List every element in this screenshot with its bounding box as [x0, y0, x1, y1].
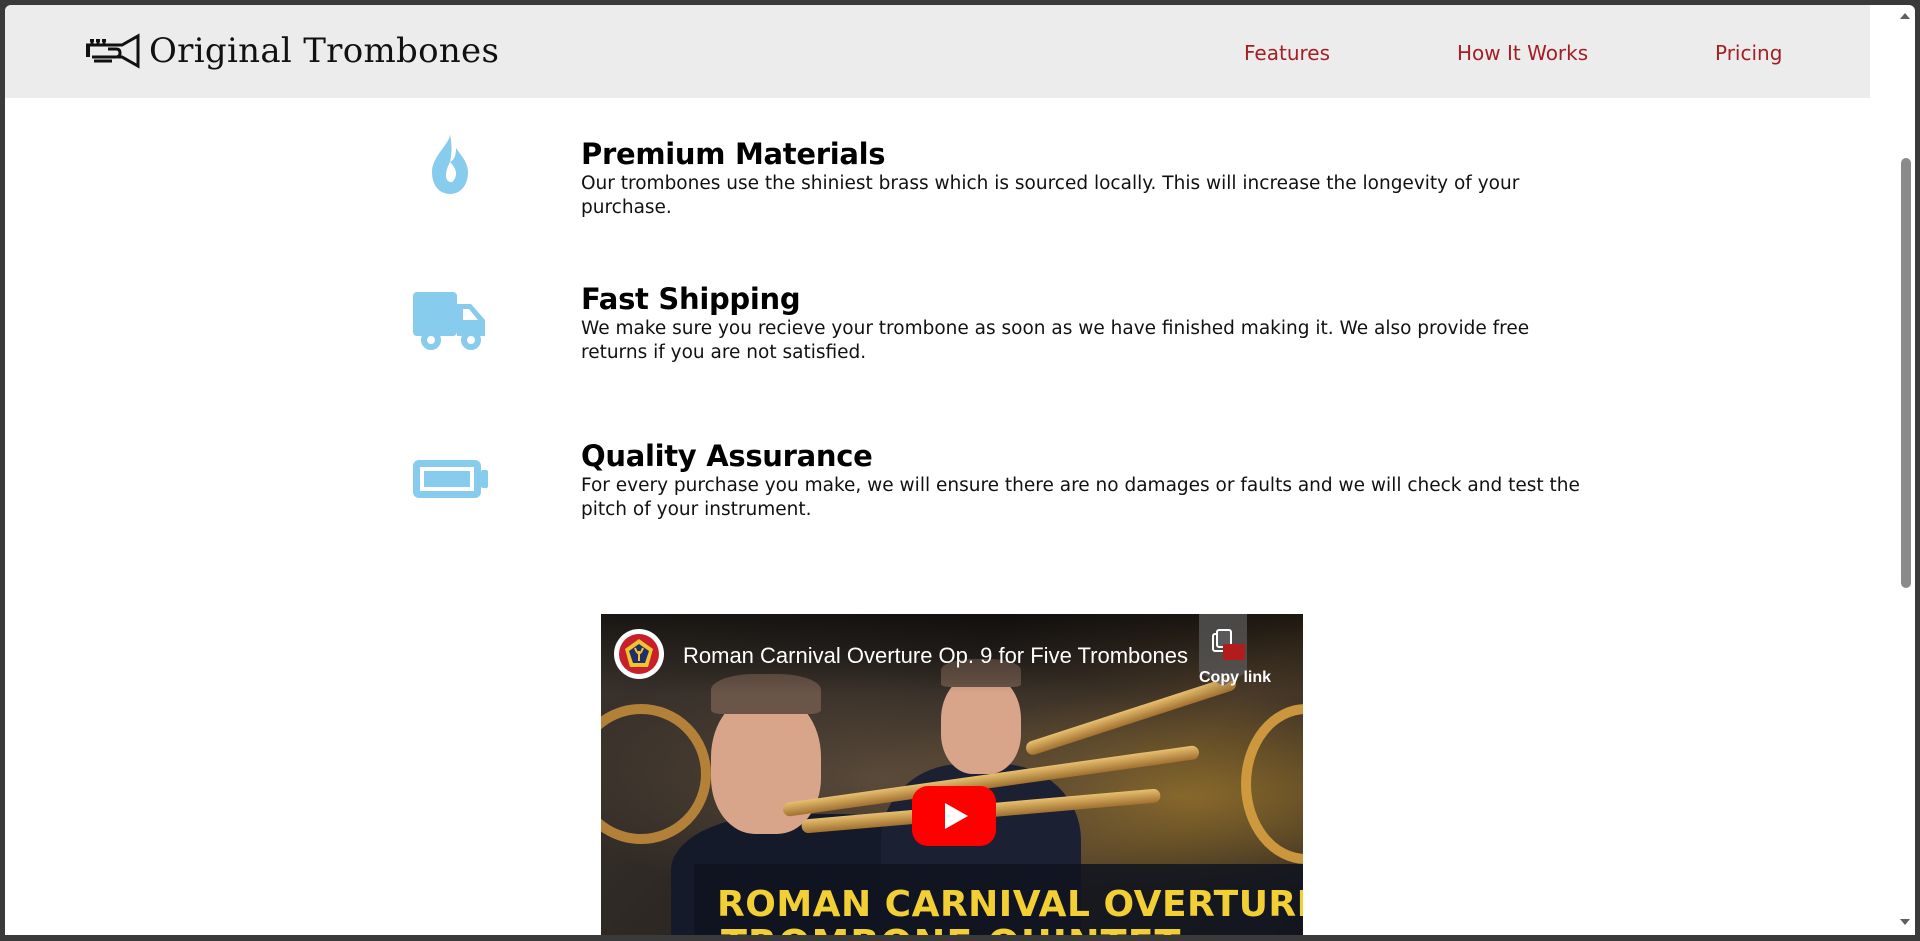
feature-title: Fast Shipping: [581, 282, 801, 316]
browser-viewport: Original Trombones Features How It Works…: [5, 5, 1900, 935]
flame-icon: [432, 134, 468, 194]
feature-icon-container: [405, 290, 495, 352]
scroll-up-arrow-icon[interactable]: [1899, 11, 1911, 21]
nav-link-pricing[interactable]: Pricing: [1715, 41, 1782, 65]
nav-link-features[interactable]: Features: [1244, 41, 1330, 65]
copy-link-label: Copy link: [1199, 669, 1272, 686]
trombone-bell-shape: [1241, 704, 1303, 864]
feature-title: Quality Assurance: [581, 439, 873, 473]
feature-icon-container: [405, 132, 495, 196]
page-scrollbar[interactable]: [1895, 5, 1915, 935]
trombone-bell-shape: [601, 704, 711, 844]
channel-avatar[interactable]: [614, 629, 664, 679]
truck-icon: [413, 292, 485, 350]
embedded-video-player[interactable]: Roman Carnival Overture Op. 9 for Five T…: [601, 614, 1303, 935]
feature-title: Premium Materials: [581, 137, 886, 171]
army-band-emblem-icon: [619, 634, 659, 674]
scrollbar-thumb[interactable]: [1901, 158, 1911, 588]
play-button[interactable]: [912, 786, 996, 846]
battery-icon: [413, 460, 488, 498]
feature-body: Fast Shipping We make sure you recieve y…: [581, 281, 1581, 365]
feature-description: We make sure you recieve your trombone a…: [581, 318, 1530, 363]
brand-name: Original Trombones: [149, 31, 500, 71]
banner-subtitle-line: TROMBONE QUINTET: [721, 922, 1181, 935]
trumpet-icon: [86, 33, 140, 69]
site-header: Original Trombones Features How It Works…: [5, 5, 1870, 98]
feature-description: For every purchase you make, we will ens…: [581, 475, 1580, 520]
site-logo[interactable]: Original Trombones: [82, 29, 499, 73]
play-icon: [912, 786, 996, 846]
feature-body: Premium Materials Our trombones use the …: [581, 136, 1581, 220]
feature-description: Our trombones use the shiniest brass whi…: [581, 173, 1520, 218]
video-title[interactable]: Roman Carnival Overture Op. 9 for Five T…: [683, 643, 1188, 669]
banner-title-line: ROMAN CARNIVAL OVERTURE: [717, 884, 1303, 925]
feature-body: Quality Assurance For every purchase you…: [581, 438, 1581, 522]
nav-link-how-it-works[interactable]: How It Works: [1457, 41, 1588, 65]
scroll-down-arrow-icon[interactable]: [1899, 917, 1911, 927]
feature-icon-container: [405, 458, 495, 500]
copy-link-button[interactable]: Copy link: [1199, 614, 1271, 700]
video-title-banner: ROMAN CARNIVAL OVERTURE TROMBONE QUINTET: [694, 864, 1303, 935]
